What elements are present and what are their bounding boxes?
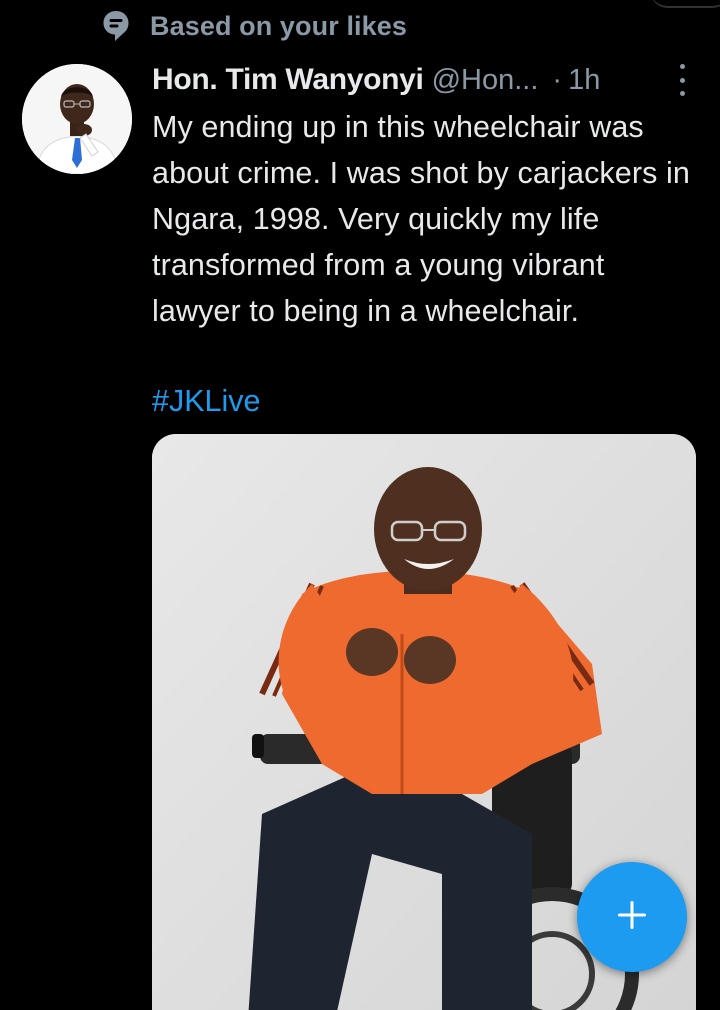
author-handle[interactable]: @Hon... <box>432 64 539 97</box>
hashtag-link[interactable]: #JKLive <box>152 378 261 424</box>
tweet-timestamp[interactable]: 1h <box>568 64 600 97</box>
top-edge-arc <box>650 0 720 8</box>
tweet-text: My ending up in this wheelchair was abou… <box>152 110 690 328</box>
social-context: Based on your likes <box>102 6 407 46</box>
plus-icon <box>614 897 650 938</box>
timeline: Based on your likes Hon. Tim Wanyonyi @H… <box>0 0 720 1010</box>
tweet-header: Hon. Tim Wanyonyi @Hon... · 1h <box>152 56 697 104</box>
author-name[interactable]: Hon. Tim Wanyonyi <box>152 63 424 97</box>
more-vertical-icon[interactable] <box>675 64 689 96</box>
separator-dot: · <box>552 63 563 96</box>
author-avatar[interactable] <box>22 64 132 174</box>
speech-bubble-icon <box>102 9 130 43</box>
social-context-label: Based on your likes <box>150 10 407 41</box>
compose-tweet-button[interactable] <box>577 862 687 972</box>
